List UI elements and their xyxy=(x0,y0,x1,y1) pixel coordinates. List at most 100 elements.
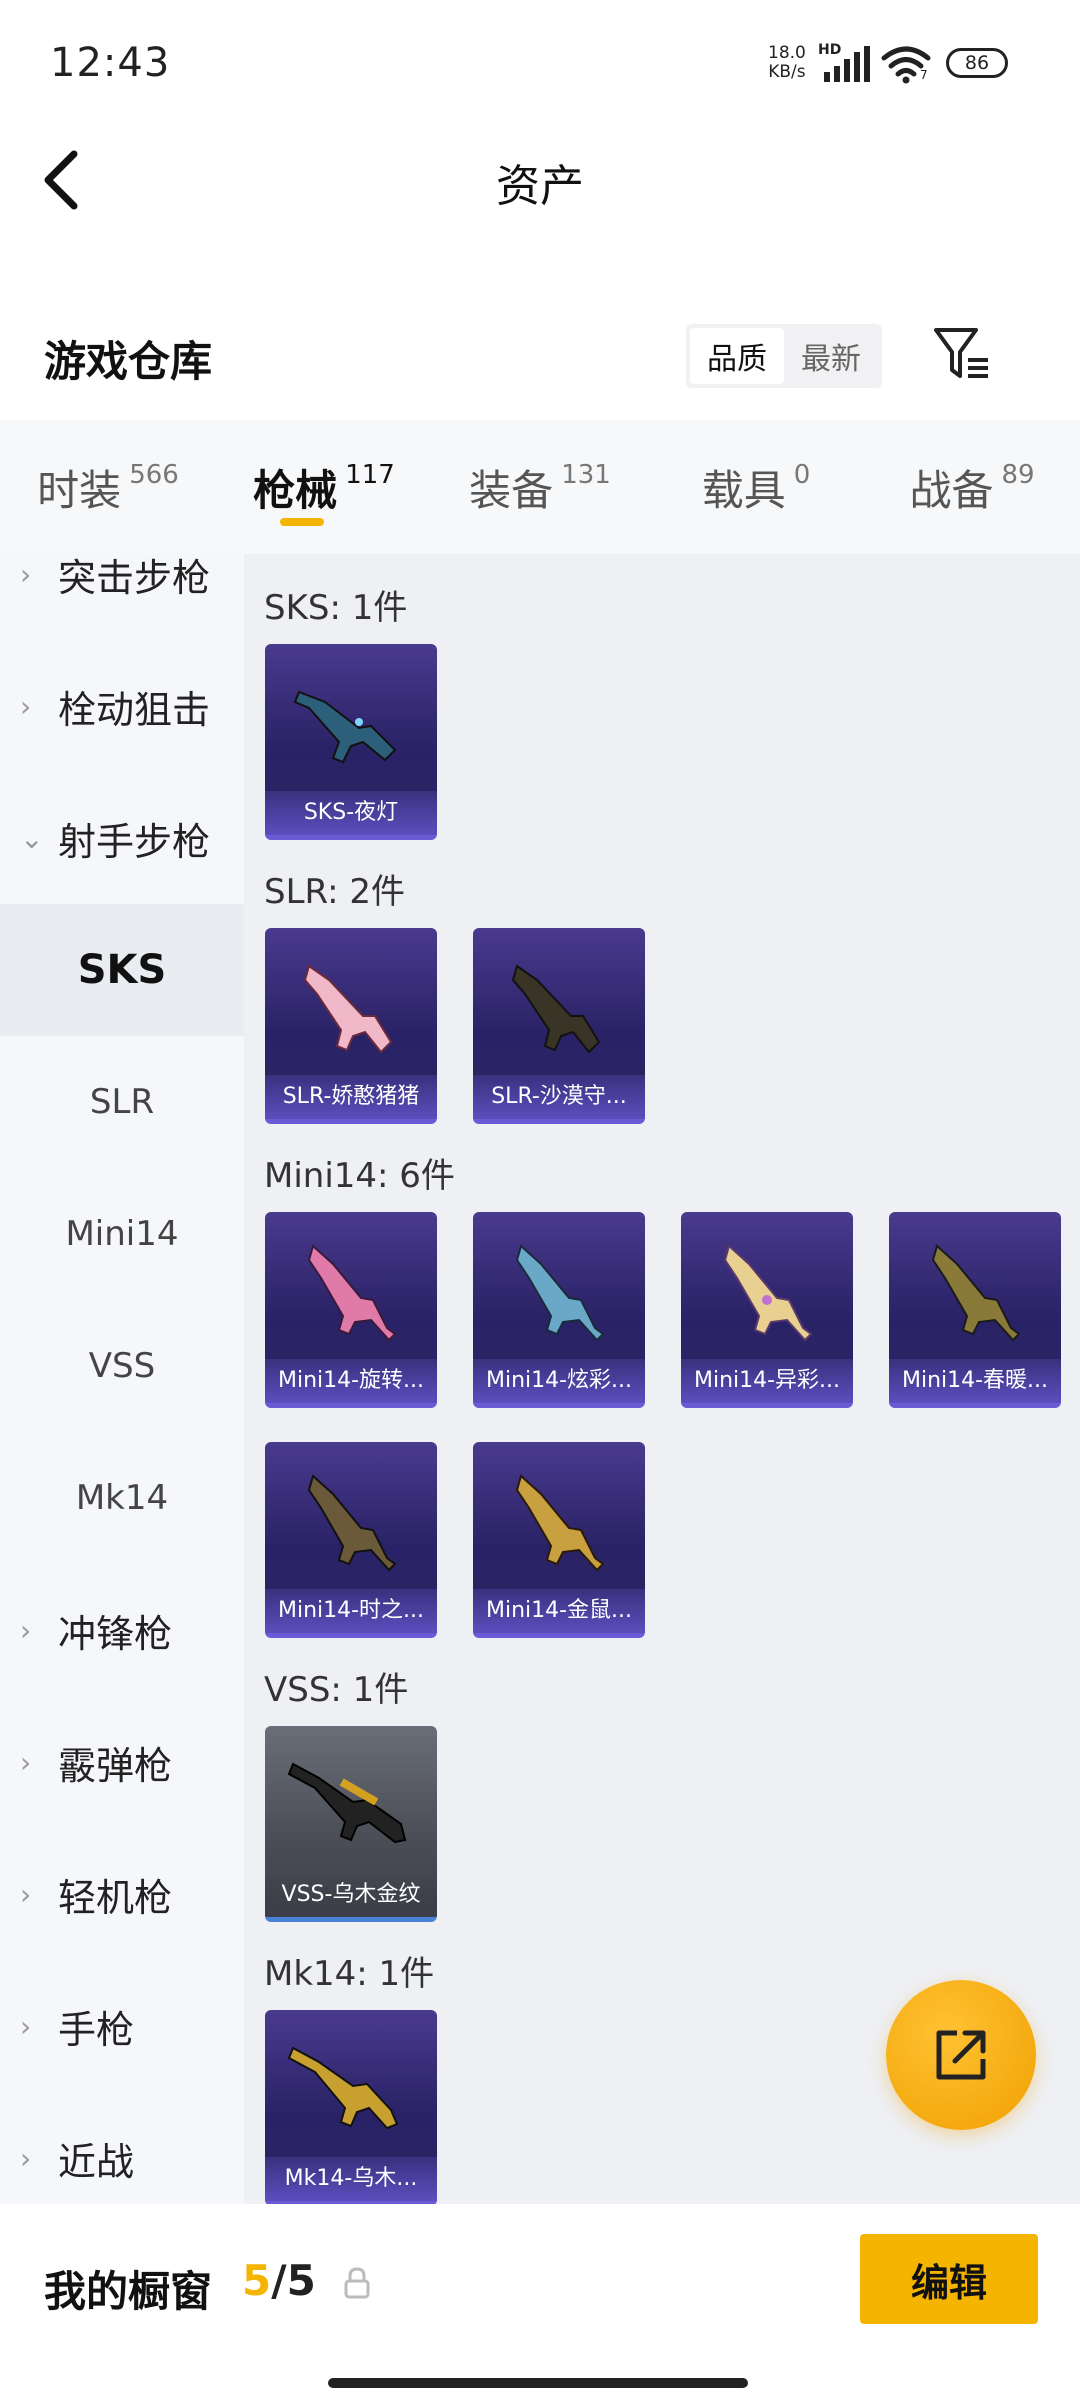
sidebar-item-label: 射手步枪 xyxy=(58,819,211,864)
weapon-name: VSS-乌木金纹 xyxy=(265,1873,437,1917)
page-title: 资产 xyxy=(496,161,584,212)
sidebar-item-lmg[interactable]: › 轻机枪 xyxy=(0,1828,244,1960)
sidebar-item-label: 冲锋枪 xyxy=(58,1611,173,1656)
sidebar-item-assault-rifle[interactable]: › 突击步枪 xyxy=(0,554,244,640)
tab-vehicles[interactable]: 载具 0 xyxy=(648,420,864,554)
tab-label: 时装 xyxy=(37,465,122,515)
tab-label: 装备 xyxy=(469,465,554,515)
showcase-count: 5/5 xyxy=(242,2256,316,2305)
tab-fashion[interactable]: 时装 566 xyxy=(0,420,216,554)
chevron-right-icon: › xyxy=(20,689,32,723)
sidebar-item-sks[interactable]: SKS xyxy=(0,904,244,1036)
showcase-separator: / xyxy=(271,2256,287,2305)
filter-icon[interactable] xyxy=(930,322,994,386)
rifle-icon xyxy=(931,1244,1021,1342)
weapon-card[interactable]: Mini14-春暖... xyxy=(889,1212,1061,1408)
rifle-icon xyxy=(515,1474,605,1572)
sort-newest-button[interactable]: 最新 xyxy=(784,328,878,384)
sidebar-item-pistol[interactable]: › 手枪 xyxy=(0,1960,244,2092)
rifle-icon xyxy=(287,2046,399,2130)
wifi-num: 7 xyxy=(920,68,928,82)
sidebar-item-mk14[interactable]: Mk14 xyxy=(0,1432,244,1564)
status-bar: 12:43 18.0 KB/s HD 7 86 xyxy=(0,0,1080,130)
weapon-card[interactable]: Mini14-旋转... xyxy=(265,1212,437,1408)
sort-toggle: 品质 最新 xyxy=(686,324,882,388)
tab-equipment[interactable]: 装备 131 xyxy=(432,420,648,554)
rifle-icon xyxy=(511,964,601,1054)
weapon-name: Mini14-时之... xyxy=(265,1589,437,1633)
group-label-mk14: Mk14: 1件 xyxy=(264,1954,435,1994)
battery-icon: 86 xyxy=(946,48,1008,78)
showcase-bar: 我的橱窗 5/5 编辑 xyxy=(0,2204,1080,2400)
weapon-card[interactable]: VSS-乌木金纹 xyxy=(265,1726,437,1922)
weapon-card[interactable]: Mini14-金鼠... xyxy=(473,1442,645,1638)
tab-count: 566 xyxy=(129,460,179,490)
chevron-right-icon: › xyxy=(20,1745,32,1779)
share-button[interactable] xyxy=(886,1980,1036,2130)
showcase-current: 5 xyxy=(242,2256,272,2305)
weapon-card[interactable]: Mini14-炫彩... xyxy=(473,1212,645,1408)
net-speed-unit: KB/s xyxy=(768,62,806,82)
sidebar-item-label: 突击步枪 xyxy=(58,555,211,600)
sidebar-item-shotgun[interactable]: › 霰弹枪 xyxy=(0,1696,244,1828)
weapon-name: SLR-娇憨猪猪 xyxy=(265,1075,437,1119)
weapon-card[interactable]: SLR-沙漠守... xyxy=(473,928,645,1124)
sidebar-item-label: 霰弹枪 xyxy=(58,1743,173,1788)
chevron-right-icon: › xyxy=(20,2141,32,2175)
share-icon xyxy=(936,2030,986,2080)
weapon-name: SKS-夜灯 xyxy=(265,791,437,835)
weapon-name: Mini14-炫彩... xyxy=(473,1359,645,1403)
sidebar-item-vss[interactable]: VSS xyxy=(0,1300,244,1432)
chevron-right-icon: › xyxy=(20,2009,32,2043)
tab-supplies[interactable]: 战备 89 xyxy=(864,420,1080,554)
weapon-name: Mk14-乌木... xyxy=(265,2157,437,2201)
section-title: 游戏仓库 xyxy=(44,337,213,386)
sidebar-item-label: 轻机枪 xyxy=(58,1875,173,1920)
weapon-card[interactable]: SKS-夜灯 xyxy=(265,644,437,840)
rifle-icon xyxy=(293,690,397,764)
rifle-icon xyxy=(723,1244,813,1342)
edit-button[interactable]: 编辑 xyxy=(860,2234,1038,2324)
weapon-card[interactable]: Mini14-时之... xyxy=(265,1442,437,1638)
weapon-card[interactable]: Mk14-乌木... xyxy=(265,2010,437,2204)
group-label-slr: SLR: 2件 xyxy=(264,872,405,912)
tab-label: 载具 xyxy=(701,465,786,515)
sidebar-item-mini14[interactable]: Mini14 xyxy=(0,1168,244,1300)
showcase-label: 我的橱窗 xyxy=(44,2267,213,2316)
status-time: 12:43 xyxy=(50,40,171,86)
net-speed: 18.0 KB/s xyxy=(768,44,806,82)
category-tabs: 时装 566 枪械 117 装备 131 载具 0 战备 89 xyxy=(0,420,1080,554)
signal-icon xyxy=(824,46,870,82)
sidebar-item-dmr[interactable]: ⌄ 射手步枪 xyxy=(0,772,244,904)
weapon-name: Mini14-旋转... xyxy=(265,1359,437,1403)
weapon-card[interactable]: Mini14-异彩... xyxy=(681,1212,853,1408)
home-indicator xyxy=(328,2378,748,2388)
rifle-icon xyxy=(307,1244,397,1342)
sidebar-item-slr[interactable]: SLR xyxy=(0,1036,244,1168)
rifle-icon xyxy=(303,964,393,1054)
rifle-icon xyxy=(307,1474,397,1572)
group-label-mini14: Mini14: 6件 xyxy=(264,1156,455,1196)
sidebar-item-smg[interactable]: › 冲锋枪 xyxy=(0,1564,244,1696)
tab-count: 0 xyxy=(793,460,811,490)
tab-label: 枪械 xyxy=(253,465,338,515)
sidebar-item-melee[interactable]: › 近战 xyxy=(0,2092,244,2204)
tab-count: 117 xyxy=(345,460,395,490)
rifle-icon xyxy=(287,1762,407,1844)
weapon-list: SKS: 1件 SKS-夜灯 SLR: 2件 SLR-娇憨猪猪 SLR-沙漠守.… xyxy=(244,554,1080,2204)
chevron-right-icon: › xyxy=(20,557,32,591)
weapon-name: Mini14-春暖... xyxy=(889,1359,1061,1403)
sidebar-item-label: 手枪 xyxy=(58,2007,135,2052)
weapon-name: SLR-沙漠守... xyxy=(473,1075,645,1119)
sort-quality-button[interactable]: 品质 xyxy=(690,328,784,384)
weapon-card[interactable]: SLR-娇憨猪猪 xyxy=(265,928,437,1124)
weapon-name: Mini14-金鼠... xyxy=(473,1589,645,1633)
tab-count: 89 xyxy=(1001,460,1035,490)
chevron-down-icon: ⌄ xyxy=(20,821,44,855)
sidebar-item-bolt-sniper[interactable]: › 栓动狙击 xyxy=(0,640,244,772)
tab-firearms[interactable]: 枪械 117 xyxy=(216,420,432,554)
group-label-vss: VSS: 1件 xyxy=(264,1670,409,1710)
sidebar-item-label: 栓动狙击 xyxy=(58,687,211,732)
group-label-sks: SKS: 1件 xyxy=(264,588,408,628)
chevron-right-icon: › xyxy=(20,1877,32,1911)
